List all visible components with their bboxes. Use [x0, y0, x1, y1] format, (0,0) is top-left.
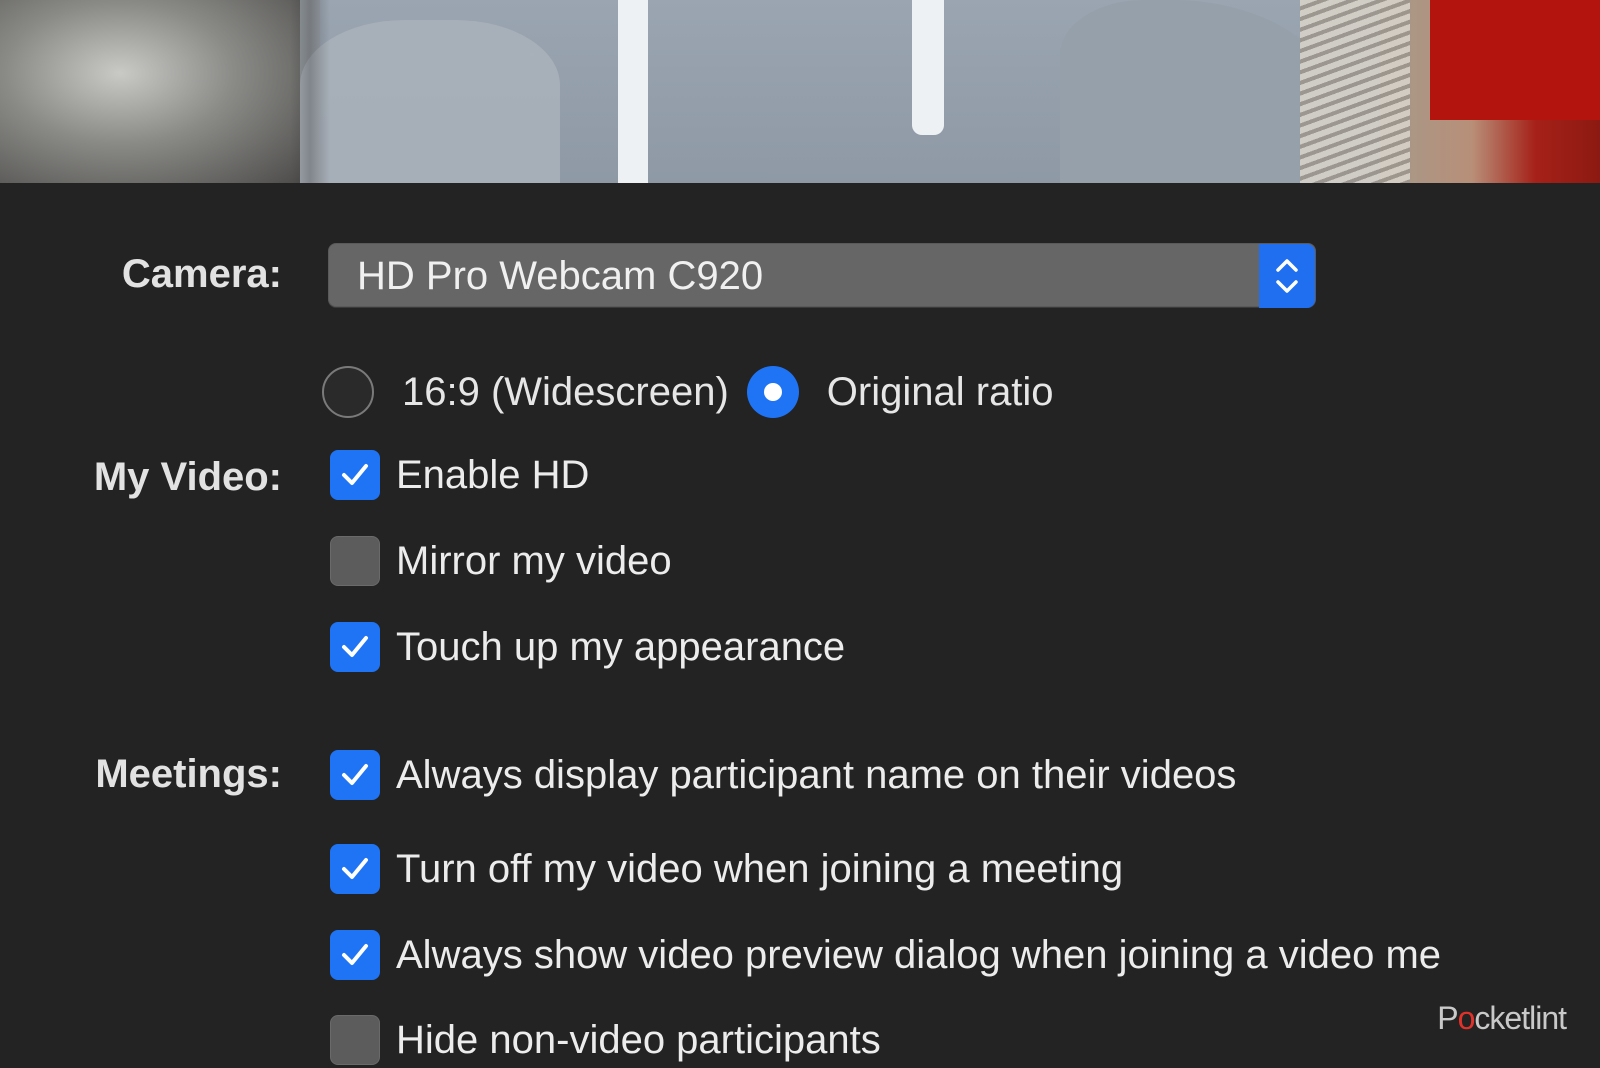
power-icon: o [1457, 1000, 1476, 1036]
radio-original-ratio-label[interactable]: Original ratio [827, 370, 1054, 415]
checkmark-icon [342, 464, 368, 485]
display-names-checkbox[interactable] [330, 750, 380, 800]
radio-widescreen[interactable] [322, 366, 374, 418]
checkmark-icon [342, 636, 368, 657]
pocketlint-watermark: Pocketlint [1437, 1000, 1567, 1036]
camera-select-value: HD Pro Webcam C920 [357, 254, 764, 298]
camera-preview [0, 0, 1600, 183]
touch-up-checkbox[interactable] [330, 622, 380, 672]
checkmark-icon [342, 944, 368, 965]
my-video-label: My Video: [93, 455, 282, 499]
camera-select[interactable]: HD Pro Webcam C920 [328, 243, 1316, 308]
video-preview-checkbox[interactable] [330, 930, 380, 980]
checkmark-icon [342, 858, 368, 879]
enable-hd-option[interactable]: Enable HD [330, 447, 589, 503]
hide-non-video-label[interactable]: Hide non-video participants [396, 1018, 881, 1063]
enable-hd-label[interactable]: Enable HD [396, 453, 589, 498]
mirror-video-checkbox[interactable] [330, 536, 380, 586]
radio-widescreen-label[interactable]: 16:9 (Widescreen) [402, 370, 729, 415]
mirror-video-option[interactable]: Mirror my video [330, 533, 672, 589]
aspect-ratio-group: 16:9 (Widescreen) Original ratio [322, 362, 1072, 422]
radio-original-ratio[interactable] [746, 366, 799, 418]
touch-up-label[interactable]: Touch up my appearance [396, 625, 845, 670]
turn-off-video-label[interactable]: Turn off my video when joining a meeting [396, 847, 1123, 892]
camera-label: Camera: [121, 252, 282, 296]
turn-off-video-option[interactable]: Turn off my video when joining a meeting [330, 841, 1123, 897]
preview-background-object [0, 0, 300, 183]
meetings-label: Meetings: [95, 752, 282, 796]
video-preview-option[interactable]: Always show video preview dialog when jo… [330, 927, 1441, 983]
checkmark-icon [342, 764, 368, 785]
hide-non-video-option[interactable]: Hide non-video participants [330, 1012, 881, 1068]
chevron-updown-icon[interactable] [1259, 244, 1315, 308]
touch-up-option[interactable]: Touch up my appearance [330, 619, 845, 675]
video-preview-label[interactable]: Always show video preview dialog when jo… [396, 933, 1441, 978]
hide-non-video-checkbox[interactable] [330, 1015, 380, 1065]
enable-hd-checkbox[interactable] [330, 450, 380, 500]
mirror-video-label[interactable]: Mirror my video [396, 539, 672, 584]
display-names-label[interactable]: Always display participant name on their… [396, 753, 1236, 798]
display-names-option[interactable]: Always display participant name on their… [330, 747, 1236, 803]
turn-off-video-checkbox[interactable] [330, 844, 380, 894]
